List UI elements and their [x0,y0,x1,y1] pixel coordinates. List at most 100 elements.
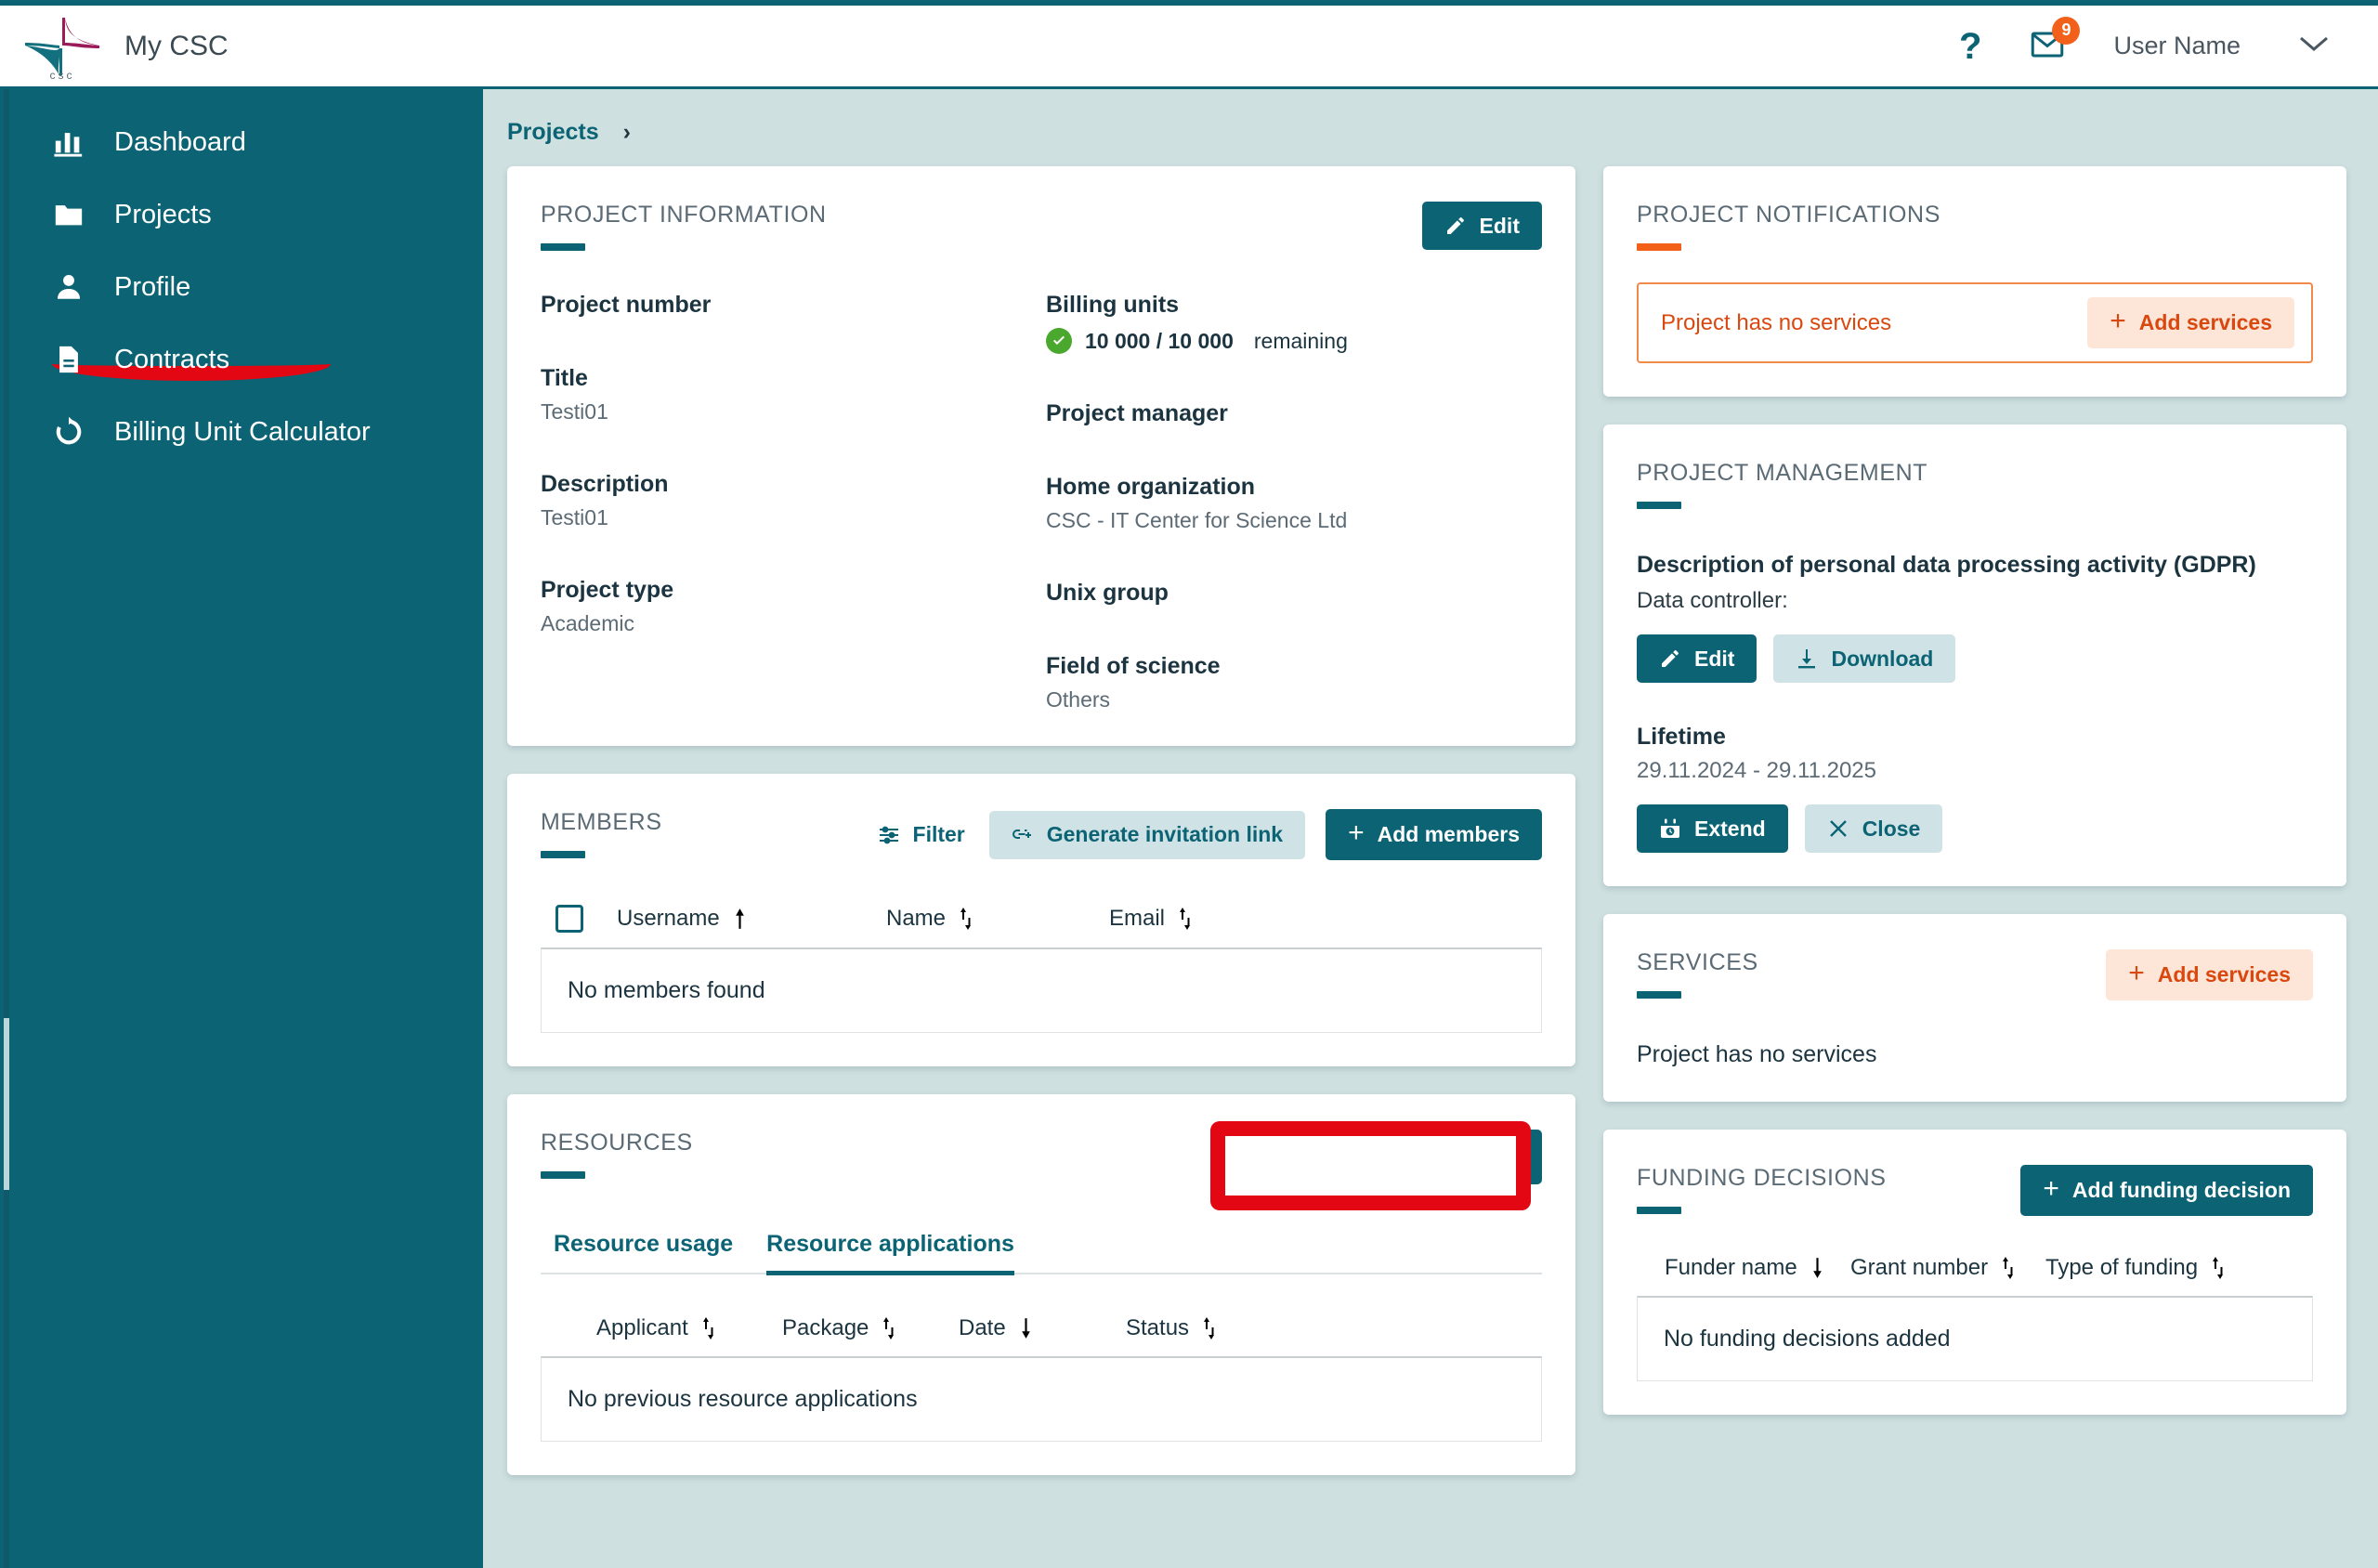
column-header-date[interactable]: Date [959,1315,1126,1341]
card-title: SERVICES [1637,949,1758,975]
field-label: Field of science [1046,653,1221,679]
sort-desc-icon [1809,1256,1826,1280]
messages-button[interactable]: 9 [2026,16,2081,65]
user-name-label: User Name [2113,32,2241,59]
sort-both-icon [699,1316,717,1340]
sidebar-item-billing-unit-calculator[interactable]: Billing Unit Calculator [0,396,483,468]
download-icon [1796,647,1818,670]
gdpr-edit-button[interactable]: Edit [1637,634,1757,683]
notification-add-services-button[interactable]: + Add services [2087,297,2294,348]
card-title: PROJECT MANAGEMENT [1637,460,1928,486]
field-unix-group: Unix group [1046,580,1542,607]
title-rule [541,1171,585,1179]
plus-icon: + [1283,1140,1300,1170]
column-header-funder-name[interactable]: Funder name [1665,1255,1850,1281]
field-billing-units: Billing units 10 000 / 10 000 remaining [1046,292,1542,354]
calendar-clock-icon [1659,817,1681,840]
column-label: Grant number [1850,1255,1989,1280]
column-header-grant-number[interactable]: Grant number [1850,1255,2045,1281]
select-all-checkbox[interactable] [555,905,583,933]
close-project-button[interactable]: Close [1804,804,1943,853]
column-label: Name [886,906,947,931]
bar-chart-icon [51,124,86,160]
column-header-username[interactable]: Username [617,906,886,932]
field-title: Title Testi01 [541,365,1037,425]
add-members-label: Add members [1377,822,1520,846]
members-table-header: Username Name Email [541,905,1542,933]
sidebar-item-dashboard[interactable]: Dashboard [0,106,483,178]
field-value: Academic [541,611,634,635]
sort-both-icon [880,1316,897,1340]
breadcrumb: Projects › [483,89,2378,146]
sort-both-icon [1200,1316,1218,1340]
sidebar-item-label: Projects [114,199,212,229]
plus-icon: + [2110,306,2126,336]
column-label: Applicant [596,1315,688,1340]
sort-both-icon [2209,1256,2227,1280]
gdpr-actions: Edit Download [1637,634,2313,683]
folder-icon [51,197,86,232]
column-label: Status [1126,1315,1190,1340]
field-value: Testi01 [541,399,608,424]
card-title: PROJECT NOTIFICATIONS [1637,202,1940,228]
services-card: SERVICES + Add services Project has no s… [1603,914,2346,1102]
resources-tabs: Resource usage Resource applications [541,1231,1542,1275]
column-label: Username [617,906,720,931]
sidebar-item-projects[interactable]: Projects [0,178,483,251]
lifetime-label: Lifetime [1637,724,1726,750]
sidebar-item-contracts[interactable]: Contracts [0,323,483,396]
tab-resource-usage[interactable]: Resource usage [554,1231,733,1275]
generate-invitation-link-button[interactable]: Generate invitation link [988,810,1306,859]
title-rule [1637,502,1681,509]
left-column: PROJECT INFORMATION Edit Project number … [507,166,1575,1475]
column-header-type-of-funding[interactable]: Type of funding [2045,1255,2227,1281]
column-header-name[interactable]: Name [886,906,1109,932]
breadcrumb-separator: › [622,119,631,145]
breadcrumb-projects[interactable]: Projects [507,119,599,146]
sidebar-item-label: Billing Unit Calculator [114,416,371,447]
apply-for-resources-label: Apply for resources [1312,1144,1514,1169]
column-header-email[interactable]: Email [1109,906,1194,932]
edit-project-button[interactable]: Edit [1421,202,1542,250]
services-add-services-button[interactable]: + Add services [2106,949,2313,1000]
sidebar-item-profile[interactable]: Profile [0,251,483,323]
field-label: Project manager [1046,400,1228,426]
sort-both-icon [957,907,974,931]
title-rule [1637,991,1681,999]
right-column: PROJECT NOTIFICATIONS Project has no ser… [1603,166,2346,1415]
close-icon [1827,817,1849,840]
help-icon[interactable]: ? [1959,28,1981,65]
filter-icon [878,824,900,846]
tab-resource-applications[interactable]: Resource applications [766,1231,1014,1275]
billing-units-suffix: remaining [1253,328,1348,353]
sidebar-item-label: Dashboard [114,126,246,157]
filter-members-button[interactable]: Filter [874,815,969,856]
card-title: MEMBERS [541,809,662,835]
pencil-icon [1444,215,1467,237]
title-rule [541,243,585,251]
column-header-status[interactable]: Status [1126,1315,1218,1341]
apply-for-resources-button[interactable]: + Apply for resources [1255,1130,1542,1184]
column-header-package[interactable]: Package [782,1315,959,1341]
app-root: csc My CSC ? 9 User Name Dashboard Proje… [0,0,2378,1568]
add-members-button[interactable]: + Add members [1326,809,1542,860]
header-actions: ? 9 User Name [1959,16,2378,65]
user-menu[interactable]: User Name [2113,32,2330,60]
gdpr-download-button[interactable]: Download [1773,634,1956,683]
add-funding-decision-button[interactable]: + Add funding decision [2020,1165,2313,1216]
services-add-services-label: Add services [2157,962,2291,987]
sort-both-icon [1999,1256,2017,1280]
card-title: FUNDING DECISIONS [1637,1165,1887,1191]
project-notifications-card: PROJECT NOTIFICATIONS Project has no ser… [1603,166,2346,397]
sort-desc-icon [1017,1316,1035,1340]
column-label: Funder name [1665,1255,1797,1280]
extend-project-button[interactable]: Extend [1637,804,1788,853]
column-header-applicant[interactable]: Applicant [596,1315,782,1341]
check-circle-icon [1046,328,1072,354]
field-project-number: Project number [541,292,1037,319]
members-empty-state: No members found [541,947,1542,1033]
csc-logo[interactable]: csc [0,12,111,81]
field-label: Project number [541,292,712,318]
funding-empty-state: No funding decisions added [1637,1296,2313,1381]
members-card: MEMBERS Filter Generate invitation link … [507,774,1575,1066]
